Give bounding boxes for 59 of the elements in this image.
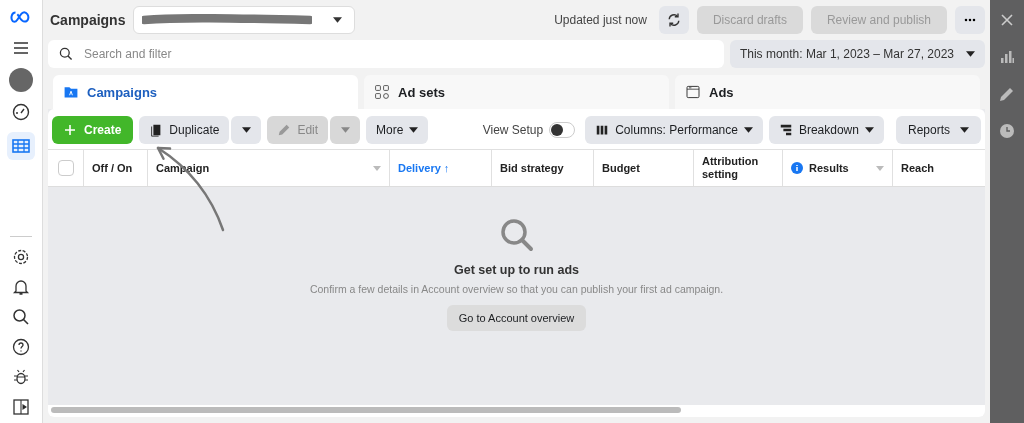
breakdown-dropdown[interactable]: Breakdown (768, 116, 884, 144)
view-setup-label: View Setup (482, 123, 544, 137)
caret-icon (864, 127, 874, 133)
tab[interactable]: Ad sets (364, 75, 669, 109)
help-icon[interactable] (11, 337, 31, 357)
account-overview-button[interactable]: Go to Account overview (446, 305, 587, 331)
bug-icon[interactable] (11, 367, 31, 387)
folder-icon (63, 84, 79, 100)
caret-icon (743, 127, 753, 133)
column-header[interactable]: Delivery ↑ (398, 161, 450, 175)
column-header[interactable]: Attribution setting (702, 155, 774, 181)
caret-icon (409, 127, 419, 133)
caret-icon (333, 17, 343, 23)
infinity-logo-icon[interactable] (10, 10, 32, 24)
empty-state-message: Confirm a few details in Account overview so that you can publish your first ad campaign. (309, 283, 724, 295)
caret-icon (241, 127, 251, 133)
table-nav-button[interactable] (7, 132, 35, 160)
gauge-icon[interactable] (11, 102, 31, 122)
search-icon (58, 46, 74, 62)
account-dropdown[interactable] (133, 6, 356, 34)
more-button[interactable]: More (366, 116, 429, 144)
horizontal-scrollbar[interactable] (51, 407, 681, 413)
columns-dropdown[interactable]: Columns: Performance (585, 116, 763, 144)
avatar[interactable] (9, 68, 33, 92)
column-header[interactable]: Off / On (92, 161, 133, 175)
settings-icon[interactable] (11, 247, 31, 267)
breakdown-icon (778, 123, 793, 137)
tab[interactable]: Campaigns (53, 75, 358, 109)
caret-icon (966, 51, 975, 57)
search-icon[interactable] (11, 307, 31, 327)
pencil-icon (277, 123, 292, 137)
caret-icon (340, 127, 350, 133)
columns-icon (595, 123, 610, 137)
select-all-checkbox[interactable] (57, 160, 74, 176)
column-header[interactable]: Results (809, 161, 849, 175)
info-icon (791, 162, 803, 174)
bell-icon[interactable] (11, 277, 31, 297)
plus-icon (64, 124, 76, 136)
view-setup-toggle[interactable] (549, 122, 576, 138)
update-status: Updated just now (554, 13, 647, 27)
sidebar-toggle-icon[interactable] (11, 397, 31, 417)
reports-dropdown[interactable]: Reports (895, 116, 981, 144)
column-header[interactable]: Bid strategy (500, 161, 564, 175)
column-header[interactable]: Budget (602, 161, 640, 175)
search-icon (498, 217, 535, 253)
duplicate-button[interactable]: Duplicate (139, 116, 230, 144)
tab[interactable]: Ads (675, 75, 980, 109)
window-icon (685, 84, 701, 100)
caret-icon (960, 127, 969, 133)
grid-icon (374, 84, 390, 100)
refresh-button[interactable] (658, 6, 689, 34)
date-range-dropdown[interactable]: This month: Mar 1, 2023 – Mar 27, 2023 (729, 40, 985, 68)
table-icon (11, 136, 31, 156)
empty-state-title: Get set up to run ads (454, 263, 579, 277)
column-header[interactable]: Reach (901, 161, 935, 175)
search-field[interactable]: Search and filter (48, 40, 724, 68)
dropdown-button[interactable] (231, 116, 262, 144)
clock-icon[interactable] (997, 121, 1017, 141)
page-title: Campaigns (50, 12, 126, 28)
